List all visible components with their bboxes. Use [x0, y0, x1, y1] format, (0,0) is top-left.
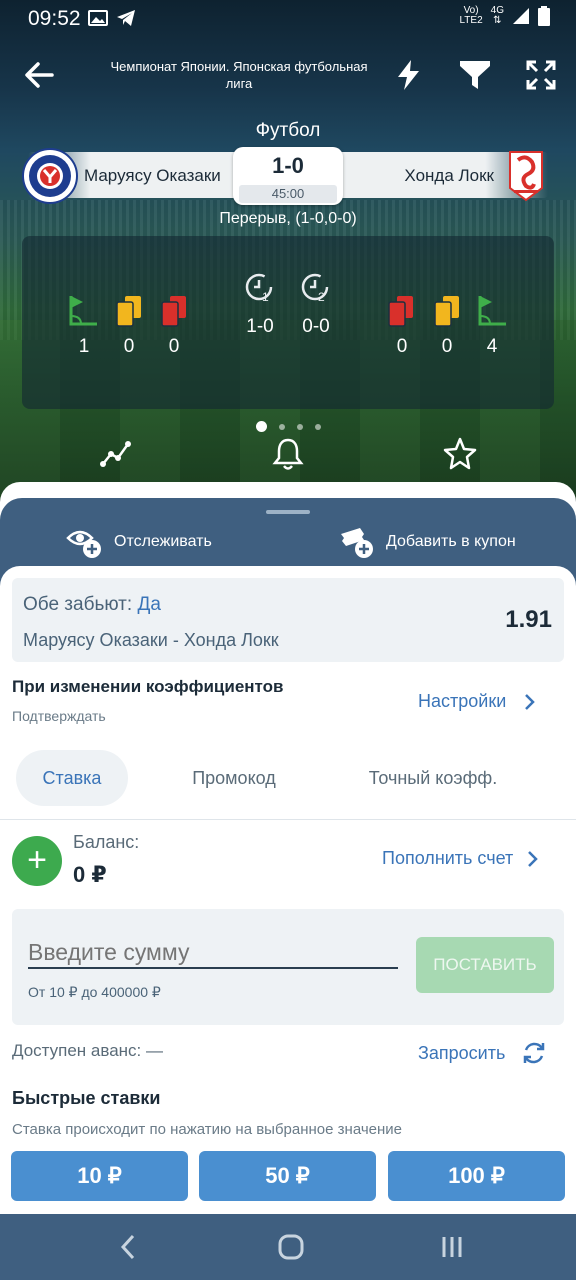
first-half-score: 1-0: [246, 316, 274, 337]
bet-odds: 1.91: [505, 606, 552, 633]
away-team-name[interactable]: Хонда Локк: [404, 166, 494, 186]
odds-change-mode: Подтверждать: [12, 708, 106, 724]
top-up-link[interactable]: Пополнить счет: [382, 848, 539, 869]
chevron-right-icon: [528, 850, 539, 867]
home-team-name[interactable]: Маруясу Оказаки: [84, 166, 221, 186]
bet-market: Обе забьют: Да: [23, 594, 161, 616]
battery-icon: [538, 6, 550, 26]
nav-back-icon[interactable]: [114, 1232, 144, 1262]
balance-label: Баланс:: [73, 832, 140, 852]
sport-label: Футбол: [255, 120, 321, 141]
page-indicator[interactable]: [0, 418, 576, 436]
match-header: 09:52 Vo) LTE2 4G ⇅ Чемпионат Японии. Яп…: [0, 0, 576, 500]
system-nav-bar: [0, 1214, 576, 1280]
tab-stake[interactable]: Ставка: [16, 750, 128, 806]
bet-match: Маруясу Оказаки - Хонда Локк: [23, 630, 279, 650]
chevron-right-icon: [525, 693, 536, 710]
bet-outcome: Да: [137, 594, 161, 615]
lightning-icon[interactable]: [392, 58, 426, 92]
odds-change-title: При изменении коэффициентов: [12, 677, 284, 696]
balance-value: 0 ₽: [73, 862, 107, 887]
status-time: 09:52: [28, 7, 81, 30]
gallery-notification-icon: [88, 10, 108, 26]
quick-bet-button[interactable]: 50 ₽: [199, 1151, 376, 1201]
match-clock: 45:00: [239, 185, 337, 203]
network-label-bottom: LTE2: [459, 15, 483, 26]
scoreboard: 1-0 45:00: [233, 147, 343, 205]
track-eye-plus-icon: [66, 530, 101, 558]
away-red-cards: 0: [396, 336, 408, 357]
match-period: Перерыв, (1-0,0-0): [219, 210, 357, 227]
page-dot[interactable]: [278, 423, 285, 430]
telegram-notification-icon: [117, 10, 135, 26]
yellow-card-icon: [116, 296, 141, 327]
refresh-icon: [524, 1042, 545, 1064]
nav-recents-icon[interactable]: [437, 1232, 467, 1262]
corner-flag-icon: [69, 296, 97, 326]
add-to-coupon-button[interactable]: Добавить в купон: [338, 520, 516, 564]
coupon-sheet: Обе забьют: Да Маруясу Оказаки - Хонда Л…: [0, 566, 576, 1214]
home-red-cards: 0: [168, 336, 180, 357]
stake-amount-input[interactable]: [28, 937, 398, 969]
data-arrows-icon: ⇅: [493, 15, 502, 26]
place-bet-button[interactable]: ПОСТАВИТЬ: [416, 937, 554, 993]
page-dot[interactable]: [296, 423, 303, 430]
quick-bets-title: Быстрые ставки: [12, 1088, 161, 1108]
add-to-coupon-label: Добавить в купон: [386, 533, 516, 550]
top-up-label: Пополнить счет: [382, 848, 514, 868]
tab-promocode[interactable]: Промокод: [170, 750, 298, 806]
signal-icon: [513, 8, 529, 24]
home-team-logo: [22, 148, 78, 204]
second-half-marker: 2: [318, 290, 325, 304]
nav-home-icon[interactable]: [276, 1232, 306, 1262]
track-label: Отслеживать: [114, 533, 212, 550]
quick-bet-button[interactable]: 10 ₽: [11, 1151, 188, 1201]
quick-bets-subtitle: Ставка происходит по нажатию на выбранно…: [12, 1121, 402, 1138]
filter-icon[interactable]: [458, 58, 492, 92]
back-arrow-icon[interactable]: [22, 60, 58, 90]
bet-market-label: Обе забьют:: [23, 594, 138, 615]
request-advance-link[interactable]: Запросить: [418, 1040, 547, 1066]
stake-card: От 10 ₽ до 400000 ₽ ПОСТАВИТЬ: [12, 909, 564, 1025]
home-corners: 1: [78, 336, 90, 357]
bell-icon[interactable]: [270, 436, 306, 472]
second-half-clock-icon: [301, 273, 329, 301]
add-funds-plus-icon[interactable]: +: [12, 836, 62, 886]
settings-link[interactable]: Настройки: [418, 691, 536, 712]
stake-limits-hint: От 10 ₽ до 400000 ₽: [28, 984, 161, 1000]
away-yellow-cards: 0: [441, 336, 453, 357]
stats-panel: 1 0 0 1 2 1-0 0-0 0 0 4: [22, 236, 554, 409]
bet-card: Обе забьют: Да Маруясу Оказаки - Хонда Л…: [12, 578, 564, 662]
bet-tabs: Ставка Промокод Точный коэфф.: [0, 750, 576, 820]
advance-label: Доступен аванс: —: [12, 1041, 163, 1060]
first-half-marker: 1: [262, 290, 269, 304]
fullscreen-icon[interactable]: [524, 58, 558, 92]
home-yellow-cards: 0: [123, 336, 135, 357]
quick-bet-button[interactable]: 100 ₽: [388, 1151, 565, 1201]
red-card-icon: [161, 296, 186, 327]
match-score: 1-0: [272, 153, 304, 178]
request-advance-label: Запросить: [418, 1042, 506, 1063]
second-half-score: 0-0: [302, 316, 330, 337]
yellow-card-icon: [434, 296, 459, 327]
settings-label: Настройки: [418, 691, 507, 711]
tab-exact-odds[interactable]: Точный коэфф.: [348, 750, 518, 806]
away-corners: 4: [486, 336, 498, 357]
status-bar: 09:52 Vo) LTE2 4G ⇅: [0, 0, 576, 36]
coupon-plus-icon: [341, 528, 373, 558]
league-title: Чемпионат Японии. Японская футбольная ли…: [110, 59, 368, 91]
drag-handle[interactable]: [266, 510, 310, 514]
statistics-graph-icon[interactable]: [98, 436, 134, 472]
away-team-logo: [509, 151, 543, 202]
first-half-clock-icon: [245, 273, 273, 301]
favorite-star-icon[interactable]: [442, 436, 478, 472]
corner-flag-icon: [478, 296, 506, 326]
page-dot[interactable]: [255, 421, 267, 433]
red-card-icon: [388, 296, 413, 327]
page-dot[interactable]: [314, 423, 321, 430]
track-button[interactable]: Отслеживать: [66, 520, 212, 564]
